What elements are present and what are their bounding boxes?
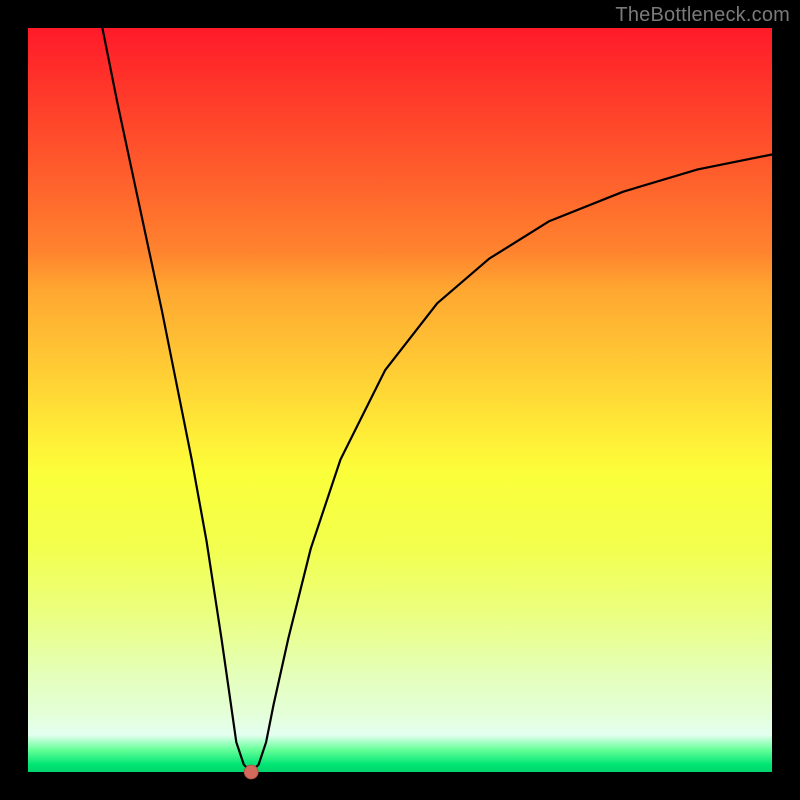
- watermark-text: TheBottleneck.com: [615, 4, 790, 27]
- bottleneck-curve: [102, 28, 772, 772]
- chart-svg: [28, 28, 772, 772]
- chart-frame: TheBottleneck.com: [0, 0, 800, 800]
- chart-plot-area: [28, 28, 772, 772]
- min-point-marker: [244, 765, 258, 779]
